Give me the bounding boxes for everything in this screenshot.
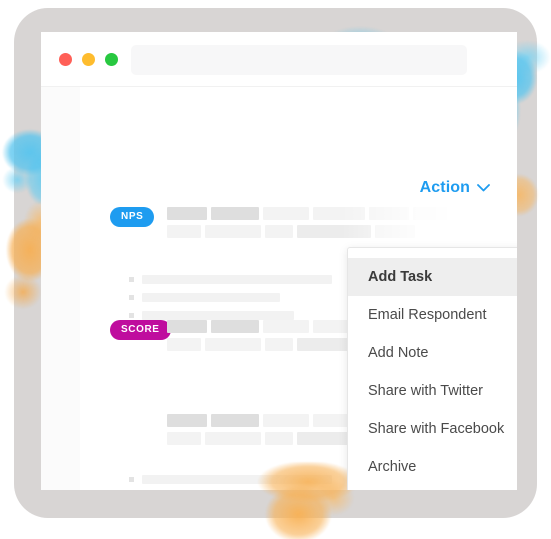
menu-item-label: Archive	[368, 459, 417, 475]
illustration-scene: NPS SCORE Action Add Task Email Responde…	[0, 0, 551, 539]
menu-item-email-respondent[interactable]: Email Respondent	[348, 296, 517, 334]
action-button[interactable]: Action	[420, 179, 490, 197]
chevron-down-icon	[477, 184, 490, 192]
field-row	[167, 207, 447, 220]
menu-item-share-with-twitter[interactable]: Share with Twitter	[348, 372, 517, 410]
list-item	[129, 275, 332, 284]
status-badge-score: SCORE	[110, 320, 171, 340]
menu-item-label: Email Respondent	[368, 307, 487, 323]
menu-item-label: Share with Twitter	[368, 383, 483, 399]
menu-item-print[interactable]: Print	[348, 486, 517, 490]
browser-window: NPS SCORE Action Add Task Email Responde…	[41, 32, 517, 490]
action-button-label: Action	[419, 179, 470, 196]
address-bar-input[interactable]	[131, 45, 467, 75]
record-field-rows	[167, 207, 447, 243]
list-item	[129, 475, 332, 484]
window-traffic-lights	[59, 53, 118, 66]
menu-item-add-task[interactable]: Add Task	[348, 258, 517, 296]
bullet-icon	[129, 277, 134, 282]
bullet-icon	[129, 295, 134, 300]
bullet-icon	[129, 313, 134, 318]
menu-item-share-with-facebook[interactable]: Share with Facebook	[348, 410, 517, 448]
status-badge-nps: NPS	[110, 207, 155, 227]
menu-item-label: Add Task	[368, 269, 433, 285]
menu-item-label: Share with Facebook	[368, 421, 505, 437]
field-row	[167, 225, 447, 238]
record-list-extra	[129, 475, 332, 490]
menu-item-add-note[interactable]: Add Note	[348, 334, 517, 372]
list-item	[129, 311, 332, 320]
action-dropdown-menu: Add Task Email Respondent Add Note Share…	[347, 247, 517, 490]
close-window-icon[interactable]	[59, 53, 72, 66]
maximize-window-icon[interactable]	[105, 53, 118, 66]
browser-titlebar	[41, 32, 517, 87]
minimize-window-icon[interactable]	[82, 53, 95, 66]
page-content: NPS SCORE Action Add Task Email Responde…	[41, 87, 517, 490]
bullet-icon	[129, 477, 134, 482]
menu-item-label: Add Note	[368, 345, 429, 361]
list-item	[129, 293, 332, 302]
menu-item-archive[interactable]: Archive	[348, 448, 517, 486]
left-rail	[41, 87, 80, 490]
